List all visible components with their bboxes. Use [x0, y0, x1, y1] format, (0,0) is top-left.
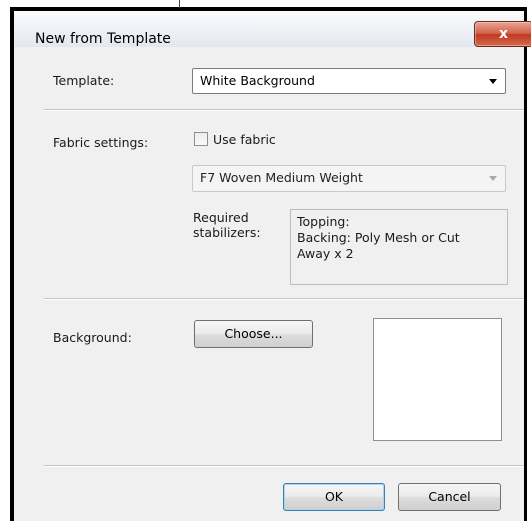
- divider: [44, 109, 524, 110]
- stabilizers-text-box: Topping: Backing: Poly Mesh or Cut Away …: [290, 209, 508, 285]
- fabric-dropdown[interactable]: F7 Woven Medium Weight: [192, 165, 506, 192]
- choose-button[interactable]: Choose...: [194, 320, 313, 348]
- stabilizers-line: Away x 2: [297, 246, 354, 261]
- template-selected-value: White Background: [200, 73, 315, 88]
- background-preview: [373, 318, 502, 441]
- dialog-body: Template: White Background Fabric settin…: [14, 47, 524, 521]
- fabric-selected-value: F7 Woven Medium Weight: [200, 170, 363, 185]
- ok-button[interactable]: OK: [283, 483, 385, 511]
- template-label: Template:: [53, 73, 115, 88]
- template-dropdown[interactable]: White Background: [192, 68, 506, 94]
- stabilizers-label-line1: Required: [193, 210, 249, 225]
- stabilizers-line: Topping:: [297, 214, 350, 229]
- chevron-down-icon: [489, 79, 497, 84]
- stabilizers-label-line2: stabilizers:: [193, 225, 261, 240]
- cancel-button-label: Cancel: [428, 489, 471, 504]
- divider: [179, 0, 180, 8]
- chevron-down-icon: [489, 176, 497, 181]
- close-icon: x: [498, 26, 509, 42]
- fabric-settings-label: Fabric settings:: [53, 135, 149, 150]
- use-fabric-checkbox[interactable]: [194, 132, 208, 146]
- choose-button-label: Choose...: [224, 326, 283, 341]
- use-fabric-label[interactable]: Use fabric: [213, 132, 276, 147]
- stabilizers-line: Backing: Poly Mesh or Cut: [297, 230, 460, 245]
- title-bar[interactable]: New from Template x: [14, 11, 531, 47]
- close-button[interactable]: x: [474, 21, 531, 47]
- ok-button-label: OK: [324, 489, 344, 504]
- cancel-button[interactable]: Cancel: [398, 483, 501, 511]
- background-label: Background:: [53, 330, 132, 345]
- divider: [44, 298, 524, 299]
- window-title: New from Template: [35, 31, 171, 47]
- divider: [44, 465, 524, 466]
